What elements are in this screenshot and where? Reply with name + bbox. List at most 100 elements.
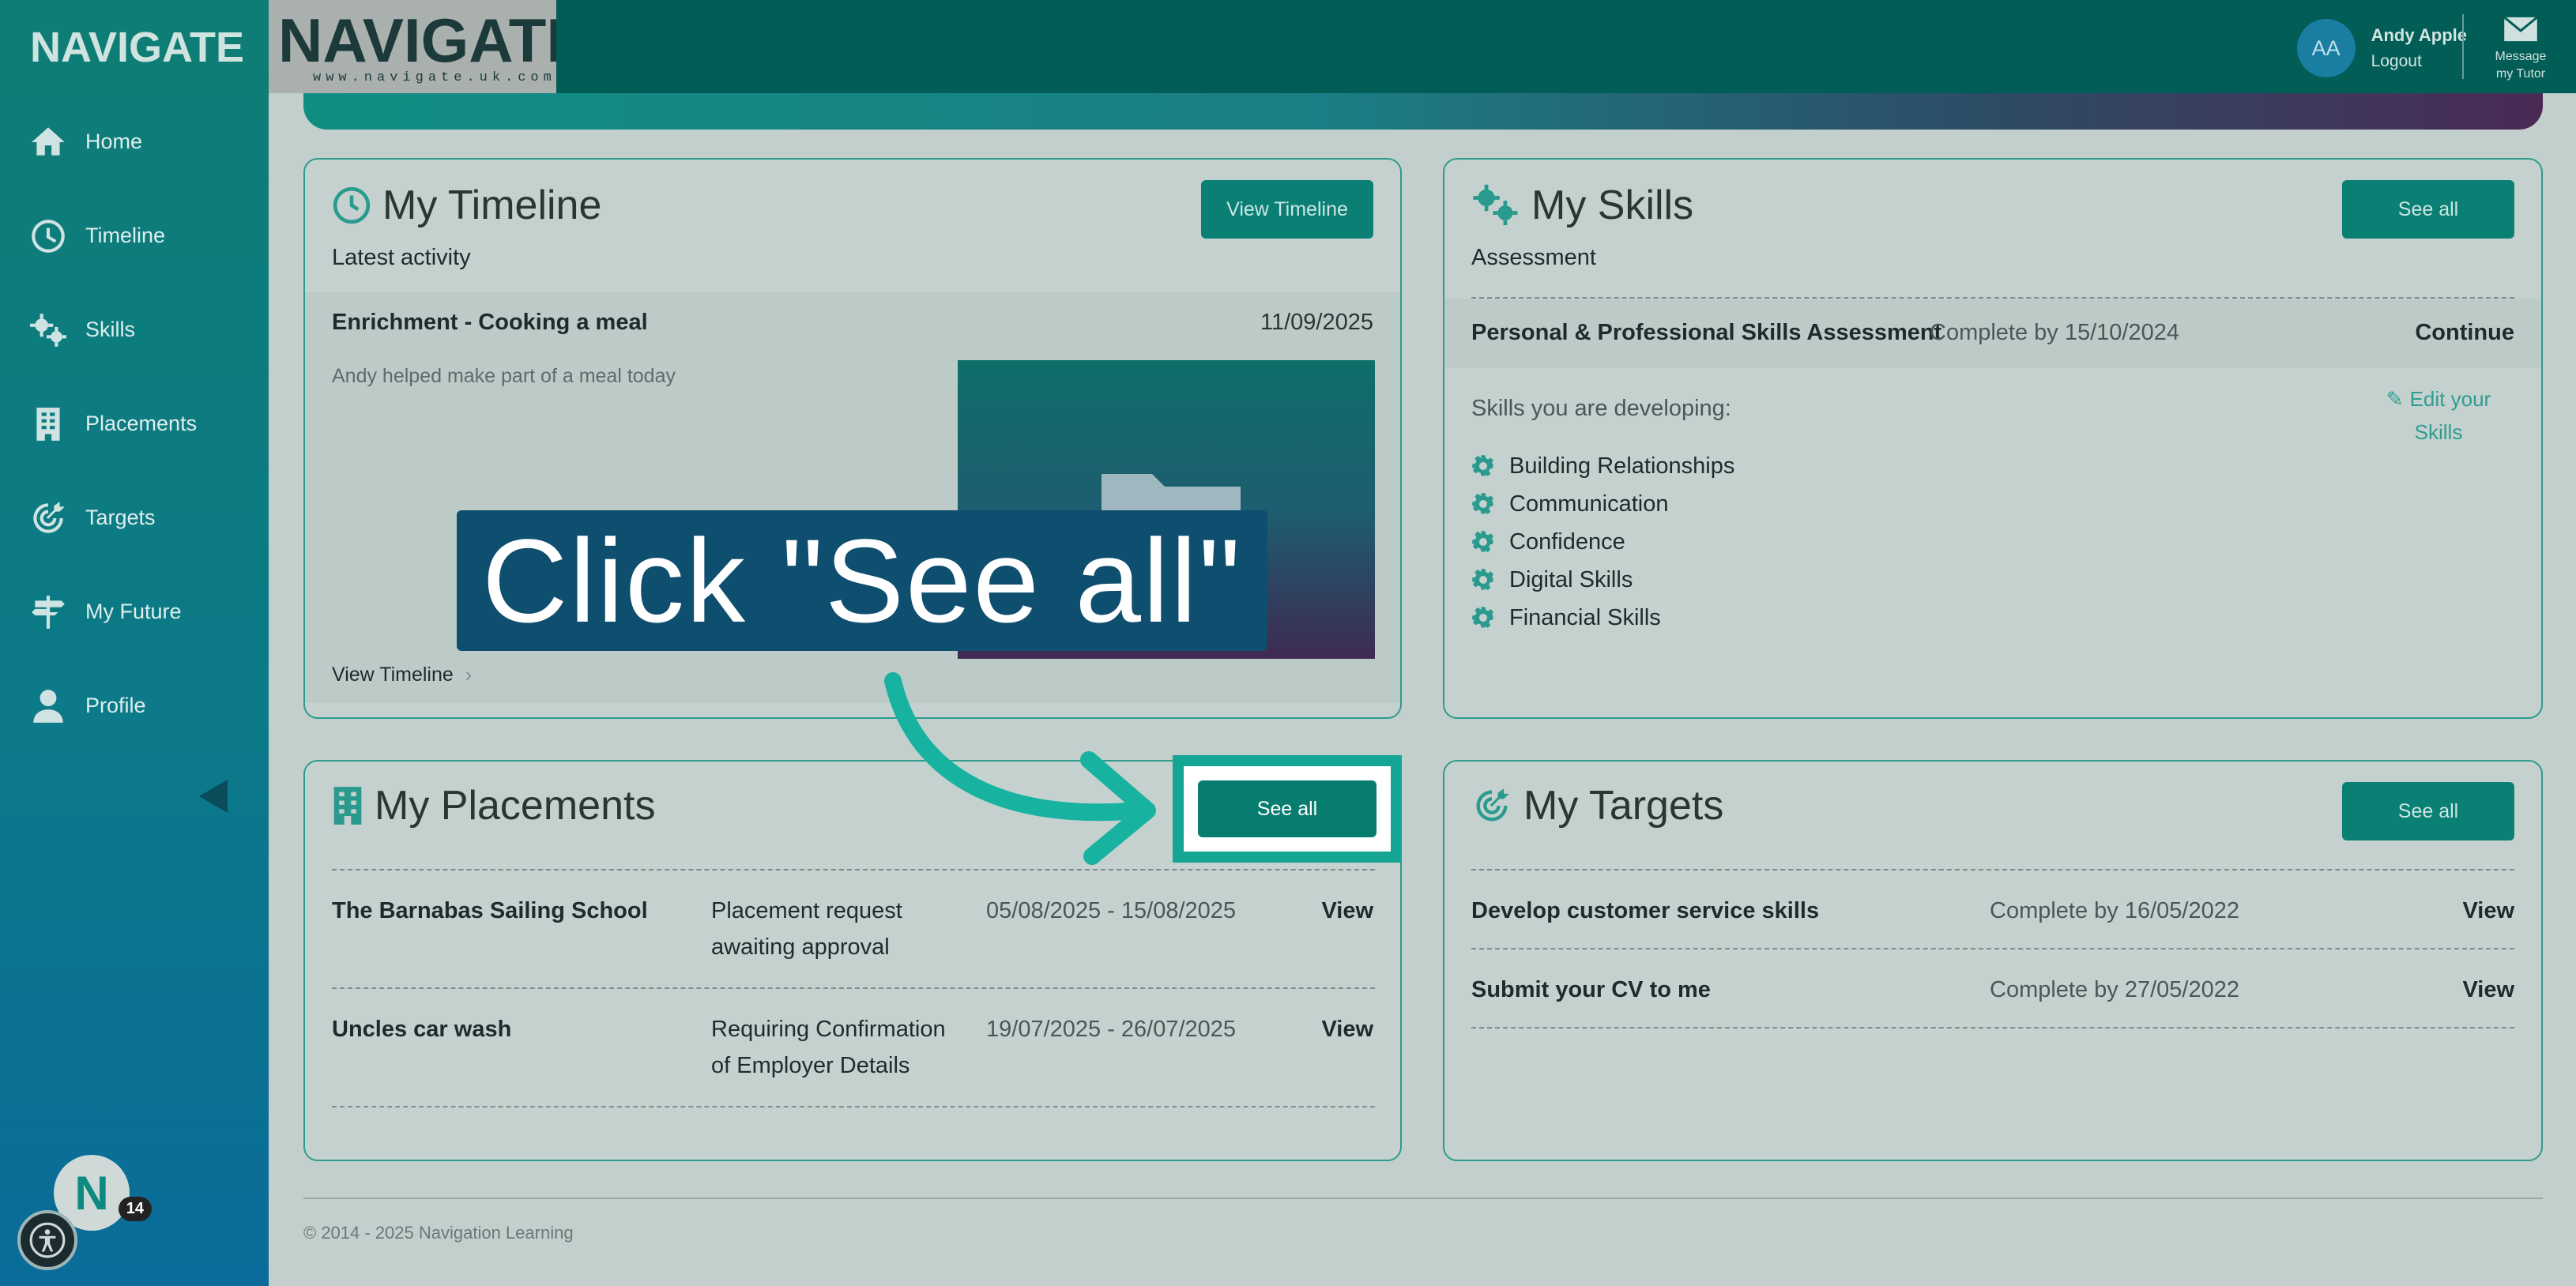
- targets-see-all-button[interactable]: See all: [2342, 782, 2514, 840]
- footer-divider: [303, 1198, 2543, 1199]
- sidebar-item-placements[interactable]: Placements: [0, 377, 269, 471]
- sidebar-item-label: Home: [85, 130, 143, 153]
- placements-see-all-button[interactable]: See all: [1198, 780, 1377, 837]
- header-logo-graphic: NAVIGATE www.navigate.uk.com: [278, 6, 587, 85]
- user-menu[interactable]: AA Andy Apple Logout: [2296, 19, 2467, 77]
- edit-skills-link[interactable]: ✎ Edit your Skills: [2359, 382, 2518, 449]
- view-timeline-link-text: View Timeline: [332, 664, 454, 686]
- top-bar: NAVIGATE www.navigate.uk.com AA Andy App…: [269, 0, 2576, 93]
- sidebar-item-my-future[interactable]: My Future: [0, 565, 269, 659]
- view-timeline-link[interactable]: View Timeline ›: [332, 664, 472, 686]
- gears-icon: [1473, 184, 1518, 226]
- view-timeline-button[interactable]: View Timeline: [1201, 180, 1373, 239]
- highlighted-see-all: See all: [1173, 755, 1402, 863]
- envelope-icon: [2503, 16, 2538, 42]
- tutorial-arrow-icon: [884, 672, 1156, 865]
- activity-date: 11/09/2025: [1260, 310, 1373, 335]
- notification-letter: N: [74, 1166, 109, 1220]
- header-logo[interactable]: NAVIGATE www.navigate.uk.com: [269, 0, 587, 93]
- notification-count: 14: [118, 1197, 152, 1221]
- skill-name: Building Relationships: [1509, 453, 1735, 479]
- placement-status-line2: awaiting approval: [711, 934, 890, 960]
- collapse-sidebar-icon[interactable]: [198, 778, 229, 814]
- sidebar-item-home[interactable]: Home: [0, 95, 269, 189]
- skill-name: Financial Skills: [1509, 604, 1661, 630]
- sidebar-item-targets[interactable]: Targets: [0, 471, 269, 565]
- list-item: Building Relationships: [1471, 447, 1734, 485]
- skill-name: Communication: [1509, 491, 1669, 517]
- view-link[interactable]: View: [2462, 972, 2514, 1008]
- card-title-text: My Timeline: [382, 182, 602, 228]
- target-name: Submit your CV to me: [1471, 977, 1711, 1002]
- skills-developing-label: Skills you are developing:: [1471, 396, 1731, 421]
- building-icon: [36, 407, 60, 441]
- user-icon: [33, 689, 63, 723]
- divider: [1471, 1027, 2514, 1028]
- message-label-line2: my Tutor: [2495, 67, 2546, 81]
- target-due-date: Complete by 16/05/2022: [1990, 898, 2239, 923]
- edit-skills-line2: Skills: [2414, 420, 2463, 444]
- assessment-label: Assessment: [1471, 245, 1596, 270]
- table-row[interactable]: The Barnabas Sailing School Placement re…: [305, 870, 1400, 989]
- user-name: Andy Apple: [2371, 25, 2467, 45]
- placement-status-line1: Requiring Confirmation: [711, 1017, 946, 1042]
- gear-icon: [1472, 455, 1493, 476]
- building-icon: [333, 787, 362, 825]
- sidebar: NAVIGATE Home Timeline Skills Placements…: [0, 0, 269, 1286]
- message-tutor-button[interactable]: Message my Tutor: [2481, 16, 2560, 83]
- latest-activity-label: Latest activity: [332, 245, 471, 270]
- list-item: Communication: [1471, 485, 1734, 523]
- card-title-text: My Placements: [375, 783, 656, 829]
- target-name: Develop customer service skills: [1471, 898, 1820, 923]
- placement-dates: 05/08/2025 - 15/08/2025: [986, 898, 1237, 923]
- table-row[interactable]: Submit your CV to me Complete by 27/05/2…: [1444, 949, 2541, 1028]
- sidebar-item-label: Timeline: [85, 224, 166, 247]
- sidebar-item-label: Targets: [85, 506, 156, 529]
- gear-icon: [1472, 493, 1493, 514]
- header-divider: [2462, 14, 2464, 79]
- signpost-icon: [32, 595, 65, 629]
- view-link[interactable]: View: [1321, 1011, 1373, 1047]
- tutorial-callout: Click "See all": [457, 510, 1267, 651]
- accessibility-figure-icon: [29, 1222, 66, 1258]
- list-item: Financial Skills: [1471, 599, 1734, 637]
- targets-card-title: My Targets: [1471, 782, 1723, 829]
- skills-list: Building Relationships Communication Con…: [1471, 447, 1734, 637]
- gear-icon: [1472, 569, 1493, 590]
- target-due-date: Complete by 27/05/2022: [1990, 977, 2239, 1002]
- view-link[interactable]: View: [1321, 893, 1373, 929]
- sidebar-item-label: Placements: [85, 412, 198, 435]
- assessment-due-date: Complete by 15/10/2024: [1930, 320, 2179, 345]
- home-icon: [32, 126, 65, 156]
- table-row[interactable]: Develop customer service skills Complete…: [1444, 870, 2541, 949]
- logo-text: NAVIGATE: [30, 24, 243, 71]
- table-row[interactable]: Uncles car wash Requiring Confirmation of…: [305, 989, 1400, 1107]
- chevron-right-icon: ›: [465, 664, 473, 686]
- avatar[interactable]: AA: [2296, 19, 2356, 77]
- placements-card-title: My Placements: [332, 782, 655, 829]
- edit-icon: ✎: [2386, 387, 2404, 411]
- logout-link[interactable]: Logout: [2371, 52, 2467, 71]
- continue-link[interactable]: Continue: [2415, 314, 2514, 351]
- footer-copyright: © 2014 - 2025 Navigation Learning: [303, 1223, 574, 1243]
- view-link[interactable]: View: [2462, 893, 2514, 929]
- card-title-text: My Skills: [1531, 182, 1694, 228]
- card-title-text: My Targets: [1523, 783, 1724, 829]
- accessibility-icon[interactable]: [17, 1210, 77, 1270]
- placement-status-line2: of Employer Details: [711, 1053, 910, 1078]
- sidebar-item-timeline[interactable]: Timeline: [0, 189, 269, 283]
- gears-icon: [30, 313, 66, 347]
- sidebar-item-label: Profile: [85, 694, 146, 717]
- gear-icon: [1472, 531, 1493, 552]
- clock-icon: [32, 219, 65, 253]
- sidebar-item-skills[interactable]: Skills: [0, 283, 269, 377]
- welcome-banner: [303, 93, 2543, 130]
- skills-card-title: My Skills: [1471, 182, 1693, 229]
- skills-see-all-button[interactable]: See all: [2342, 180, 2514, 239]
- navigate-logo[interactable]: NAVIGATE: [30, 17, 243, 74]
- placement-name: Uncles car wash: [332, 1017, 512, 1042]
- sidebar-item-profile[interactable]: Profile: [0, 659, 269, 753]
- list-item: Digital Skills: [1471, 561, 1734, 599]
- header-logo-text: NAVIGATE: [278, 6, 556, 75]
- assessment-row[interactable]: Personal & Professional Skills Assessmen…: [1444, 299, 2541, 368]
